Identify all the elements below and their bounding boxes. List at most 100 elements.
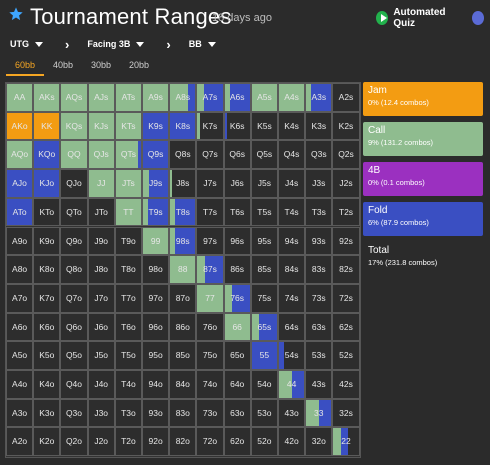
hand-cell-96o[interactable]: 96o xyxy=(142,312,170,342)
hand-cell-92o[interactable]: 92o xyxy=(142,427,170,457)
hand-cell-kqs[interactable]: KQs xyxy=(60,111,88,141)
hand-cell-t9s[interactable]: T9s xyxy=(142,197,170,227)
hand-cell-aa[interactable]: AA xyxy=(6,83,34,112)
hand-cell-t5s[interactable]: T5s xyxy=(250,197,278,227)
hand-cell-95o[interactable]: 95o xyxy=(142,341,170,370)
hand-cell-kjs[interactable]: KJs xyxy=(87,111,115,141)
hand-cell-j2o[interactable]: J2o xyxy=(87,427,115,457)
hand-cell-q4s[interactable]: Q4s xyxy=(278,140,306,170)
hand-cell-65s[interactable]: 65s xyxy=(250,312,278,342)
hand-cell-qts[interactable]: QTs xyxy=(114,140,142,170)
hand-cell-k7s[interactable]: K7s xyxy=(196,111,224,141)
hand-cell-q8s[interactable]: Q8s xyxy=(169,140,197,170)
hand-cell-t4o[interactable]: T4o xyxy=(114,370,142,399)
hand-cell-a6s[interactable]: A6s xyxy=(223,83,251,112)
hand-cell-q4o[interactable]: Q4o xyxy=(60,370,88,399)
hand-cell-88[interactable]: 88 xyxy=(169,255,197,284)
hand-cell-43o[interactable]: 43o xyxy=(278,398,306,428)
hand-cell-q2s[interactable]: Q2s xyxy=(332,140,360,170)
hand-cell-j8s[interactable]: J8s xyxy=(169,169,197,198)
hand-cell-k9o[interactable]: K9o xyxy=(33,226,61,256)
tab-60bb[interactable]: 60bb xyxy=(6,58,44,76)
hand-cell-qjo[interactable]: QJo xyxy=(60,169,88,198)
hand-cell-a2o[interactable]: A2o xyxy=(6,427,34,457)
hand-cell-t7o[interactable]: T7o xyxy=(114,283,142,313)
hand-cell-43s[interactable]: 43s xyxy=(305,370,333,399)
hand-cell-85s[interactable]: 85s xyxy=(250,255,278,284)
hand-cell-84s[interactable]: 84s xyxy=(278,255,306,284)
hand-cell-j6o[interactable]: J6o xyxy=(87,312,115,342)
hand-cell-k5s[interactable]: K5s xyxy=(250,111,278,141)
star-icon[interactable] xyxy=(8,6,24,22)
automated-quiz-button[interactable]: Automated Quiz xyxy=(376,7,485,29)
hand-cell-96s[interactable]: 96s xyxy=(223,226,251,256)
hand-cell-q9s[interactable]: Q9s xyxy=(142,140,170,170)
hand-cell-j7s[interactable]: J7s xyxy=(196,169,224,198)
hand-cell-j2s[interactable]: J2s xyxy=(332,169,360,198)
hand-cell-k6o[interactable]: K6o xyxy=(33,312,61,342)
hand-cell-ats[interactable]: ATs xyxy=(114,83,142,112)
hand-cell-a4o[interactable]: A4o xyxy=(6,370,34,399)
hand-cell-q5s[interactable]: Q5s xyxy=(250,140,278,170)
hand-cell-72s[interactable]: 72s xyxy=(332,283,360,313)
hand-cell-82o[interactable]: 82o xyxy=(169,427,197,457)
hand-cell-76o[interactable]: 76o xyxy=(196,312,224,342)
hand-cell-85o[interactable]: 85o xyxy=(169,341,197,370)
hand-cell-a5s[interactable]: A5s xyxy=(250,83,278,112)
hand-cell-q7s[interactable]: Q7s xyxy=(196,140,224,170)
hand-cell-j9o[interactable]: J9o xyxy=(87,226,115,256)
hand-cell-a6o[interactable]: A6o xyxy=(6,312,34,342)
hand-cell-ajo[interactable]: AJo xyxy=(6,169,34,198)
hand-cell-j4s[interactable]: J4s xyxy=(278,169,306,198)
hand-cell-qto[interactable]: QTo xyxy=(60,197,88,227)
legend-item-4b[interactable]: 4B 0% (0.1 combos) xyxy=(363,162,483,196)
hand-cell-q5o[interactable]: Q5o xyxy=(60,341,88,370)
hand-cell-82s[interactable]: 82s xyxy=(332,255,360,284)
hand-cell-a2s[interactable]: A2s xyxy=(332,83,360,112)
hand-cell-t5o[interactable]: T5o xyxy=(114,341,142,370)
hand-cell-63o[interactable]: 63o xyxy=(223,398,251,428)
hand-cell-t4s[interactable]: T4s xyxy=(278,197,306,227)
hand-cell-j8o[interactable]: J8o xyxy=(87,255,115,284)
hand-cell-q6o[interactable]: Q6o xyxy=(60,312,88,342)
hand-cell-63s[interactable]: 63s xyxy=(305,312,333,342)
hand-cell-t7s[interactable]: T7s xyxy=(196,197,224,227)
hand-cell-ajs[interactable]: AJs xyxy=(87,83,115,112)
hand-cell-73s[interactable]: 73s xyxy=(305,283,333,313)
tab-20bb[interactable]: 20bb xyxy=(120,58,158,76)
hand-cell-98o[interactable]: 98o xyxy=(142,255,170,284)
hand-cell-42o[interactable]: 42o xyxy=(278,427,306,457)
hand-cell-t6s[interactable]: T6s xyxy=(223,197,251,227)
hand-cell-52o[interactable]: 52o xyxy=(250,427,278,457)
hand-cell-65o[interactable]: 65o xyxy=(223,341,251,370)
hand-cell-j3o[interactable]: J3o xyxy=(87,398,115,428)
hand-cell-k4s[interactable]: K4s xyxy=(278,111,306,141)
hand-cell-ato[interactable]: ATo xyxy=(6,197,34,227)
hand-cell-66[interactable]: 66 xyxy=(223,312,251,342)
hand-cell-87o[interactable]: 87o xyxy=(169,283,197,313)
hand-cell-t8s[interactable]: T8s xyxy=(169,197,197,227)
hand-cell-64s[interactable]: 64s xyxy=(278,312,306,342)
hand-cell-99[interactable]: 99 xyxy=(142,226,170,256)
hand-cell-aks[interactable]: AKs xyxy=(33,83,61,112)
hand-cell-a4s[interactable]: A4s xyxy=(278,83,306,112)
hand-cell-83s[interactable]: 83s xyxy=(305,255,333,284)
hand-cell-q8o[interactable]: Q8o xyxy=(60,255,88,284)
situation-dropdown[interactable]: Facing 3B xyxy=(87,39,145,49)
hand-cell-53o[interactable]: 53o xyxy=(250,398,278,428)
hand-cell-77[interactable]: 77 xyxy=(196,283,224,313)
hand-cell-52s[interactable]: 52s xyxy=(332,341,360,370)
hand-cell-a3s[interactable]: A3s xyxy=(305,83,333,112)
hand-cell-a7o[interactable]: A7o xyxy=(6,283,34,313)
hand-cell-62s[interactable]: 62s xyxy=(332,312,360,342)
hand-cell-76s[interactable]: 76s xyxy=(223,283,251,313)
hand-cell-j5s[interactable]: J5s xyxy=(250,169,278,198)
hand-cell-54s[interactable]: 54s xyxy=(278,341,306,370)
hand-cell-33[interactable]: 33 xyxy=(305,398,333,428)
hand-cell-a3o[interactable]: A3o xyxy=(6,398,34,428)
hand-cell-q3o[interactable]: Q3o xyxy=(60,398,88,428)
hand-cell-k6s[interactable]: K6s xyxy=(223,111,251,141)
hero-position-dropdown[interactable]: BB xyxy=(189,39,216,49)
hand-cell-97o[interactable]: 97o xyxy=(142,283,170,313)
legend-item-fold[interactable]: Fold 6% (87.9 combos) xyxy=(363,202,483,236)
